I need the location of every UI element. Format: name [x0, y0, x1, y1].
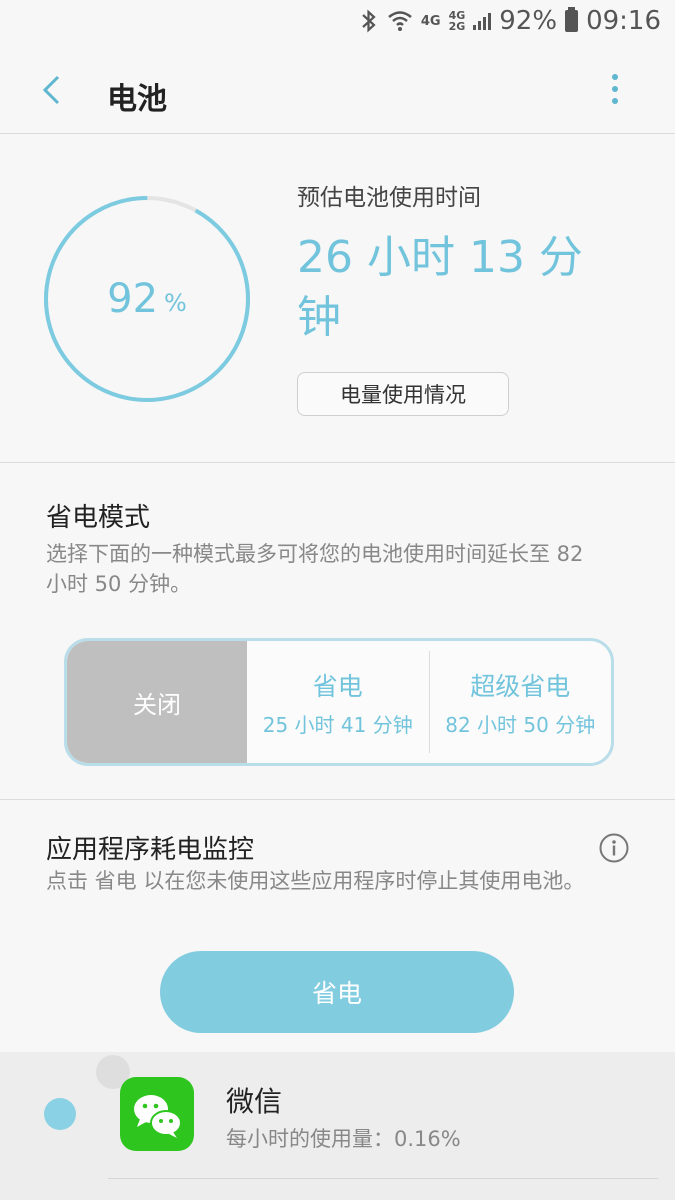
chevron-left-icon [42, 75, 60, 105]
clock: 09:16 [586, 6, 661, 36]
wechat-logo [134, 1095, 182, 1138]
network-type-1: 4G [420, 13, 441, 29]
mode-power-saving-button[interactable]: 省电 25 小时 41 分钟 [247, 641, 429, 763]
mode-duration: 25 小时 41 分钟 [262, 712, 413, 737]
estimate-value: 26 小时 13 分钟 [297, 232, 583, 343]
signal-icon [473, 13, 492, 30]
info-icon-svg [599, 833, 629, 863]
app-bar: 电池 [0, 46, 675, 134]
back-button[interactable] [38, 72, 68, 108]
app-name: 微信 [226, 1085, 283, 1118]
more-options-button[interactable] [598, 72, 632, 108]
mode-off-button[interactable]: 关闭 [67, 641, 247, 763]
info-icon[interactable] [599, 833, 629, 863]
mode-name: 省电 [312, 671, 363, 701]
app-monitor-description: 点击 省电 以在您未使用这些应用程序时停止其使用电池。 [46, 869, 585, 893]
wechat-icon [120, 1077, 194, 1151]
app-usage: 每小时的使用量：0.16% [226, 1127, 461, 1151]
app-select-checkbox[interactable] [44, 1098, 76, 1130]
mode-name: 超级省电 [470, 671, 571, 701]
status-bar: 4G 4G 2G 92% 09:16 [0, 0, 675, 46]
more-vertical-icon [612, 74, 618, 104]
bluetooth-icon [362, 9, 376, 33]
battery-usage-button[interactable]: 电量使用情况 [297, 372, 509, 416]
divider [0, 133, 675, 134]
network-type-2: 4G 2G [448, 9, 466, 33]
divider [108, 1178, 658, 1179]
save-power-button[interactable]: 省电 [160, 951, 514, 1033]
battery-percent-unit: % [164, 289, 187, 317]
battery-percent-display: 92 % [42, 194, 252, 404]
mode-ultra-power-saving-button[interactable]: 超级省电 82 小时 50 分钟 [430, 641, 612, 763]
battery-percent: 92% [499, 6, 558, 36]
divider [0, 462, 675, 463]
battery-ring: 92 % [42, 194, 252, 404]
power-mode-title: 省电模式 [46, 503, 151, 533]
status-icons: 4G 4G 2G 92% 09:16 [359, 6, 661, 36]
battery-icon [565, 7, 579, 32]
mode-duration: 82 小时 50 分钟 [445, 712, 596, 737]
power-mode-selector: 关闭 省电 25 小时 41 分钟 超级省电 82 小时 50 分钟 [64, 638, 614, 766]
wifi-icon [388, 11, 412, 31]
app-monitor-title: 应用程序耗电监控 [46, 835, 255, 865]
battery-percent-value: 92 [107, 276, 159, 322]
power-mode-description: 选择下面的一种模式最多可将您的电池使用时间延长至 82 小时 50 分钟。 [46, 542, 584, 596]
page-title: 电池 [107, 82, 167, 117]
divider [0, 799, 675, 800]
estimate-label: 预估电池使用时间 [297, 185, 481, 211]
